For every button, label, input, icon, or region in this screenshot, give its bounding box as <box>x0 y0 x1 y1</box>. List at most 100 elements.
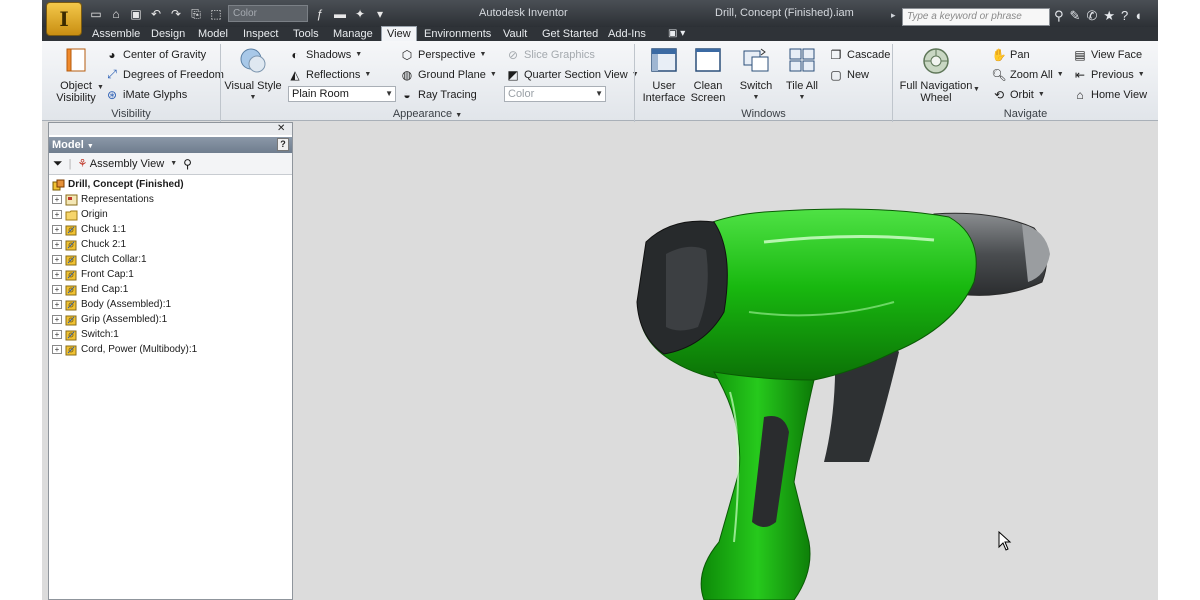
more-icon[interactable]: ◖ <box>1134 8 1142 24</box>
clean-screen-button[interactable]: Clean Screen <box>686 47 730 104</box>
tab-manage[interactable]: Manage <box>333 27 373 41</box>
tree-item[interactable]: + Origin <box>49 207 292 222</box>
tab-environments[interactable]: Environments <box>424 27 491 41</box>
perspective-label: Perspective <box>418 48 476 61</box>
tile-all-button[interactable]: Tile All ▼ <box>780 47 824 104</box>
search-input[interactable]: Type a keyword or phrase <box>902 8 1050 26</box>
expand-icon[interactable]: + <box>52 300 62 309</box>
expand-icon[interactable]: + <box>52 210 62 219</box>
return-icon[interactable]: ⎘ <box>188 6 204 22</box>
tab-model[interactable]: Model <box>198 27 228 41</box>
satellite-icon[interactable]: ✆ <box>1086 8 1097 24</box>
tab-design[interactable]: Design <box>151 27 185 41</box>
appearance-panel-label[interactable]: Appearance ▼ <box>221 107 634 121</box>
user-interface-icon <box>651 48 677 72</box>
material-icon[interactable]: ▬ <box>332 6 348 22</box>
update-icon[interactable]: ✦ <box>352 6 368 22</box>
tree-item[interactable]: + Front Cap:1 <box>49 267 292 282</box>
favorites-star-icon[interactable]: ★ <box>1103 8 1115 24</box>
color-override-combo[interactable]: Color <box>228 5 308 22</box>
tree-item[interactable]: + Body (Assembled):1 <box>49 297 292 312</box>
pan-button[interactable]: ✋ Pan <box>992 46 1030 63</box>
previous-view-button[interactable]: ⇤ Previous ▼ <box>1073 66 1145 83</box>
expand-icon[interactable]: + <box>52 330 62 339</box>
video-icon[interactable]: ▣ ▾ <box>668 27 685 41</box>
assembly-view-dropdown-icon[interactable]: ▼ <box>170 160 177 167</box>
lighting-style-combo[interactable]: Plain Room ▼ <box>288 86 396 102</box>
slice-graphics-button[interactable]: ⊘ Slice Graphics <box>506 46 595 63</box>
tab-assemble[interactable]: Assemble <box>92 27 140 41</box>
help-icon[interactable]: ? <box>1121 8 1128 24</box>
representations-icon <box>65 194 78 206</box>
customize-dropdown-icon[interactable]: ▾ <box>372 6 388 22</box>
binoculars-icon[interactable]: ⚲ <box>1054 8 1064 24</box>
tools-icon[interactable]: ✎ <box>1070 8 1081 24</box>
expand-icon[interactable]: + <box>52 315 62 324</box>
tree-item[interactable]: + Chuck 1:1 <box>49 222 292 237</box>
expand-icon[interactable]: + <box>52 240 62 249</box>
tree-item[interactable]: + Grip (Assembled):1 <box>49 312 292 327</box>
tree-item[interactable]: + Clutch Collar:1 <box>49 252 292 267</box>
save-icon[interactable]: ▣ <box>128 6 144 22</box>
redo-icon[interactable]: ↷ <box>168 6 184 22</box>
tab-vault[interactable]: Vault <box>503 27 527 41</box>
open-icon[interactable]: ⌂ <box>108 6 124 22</box>
ray-tracing-button[interactable]: ◒ Ray Tracing <box>400 86 476 103</box>
appearance-color-combo[interactable]: Color ▼ <box>504 86 606 102</box>
switch-window-button[interactable]: Switch ▼ <box>734 47 778 104</box>
browser-header[interactable]: Model ▼ ? <box>49 137 292 153</box>
degrees-of-freedom-button[interactable]: ⤢ Degrees of Freedom <box>105 66 224 83</box>
tree-item[interactable]: + Cord, Power (Multibody):1 <box>49 342 292 357</box>
tab-inspect[interactable]: Inspect <box>243 27 278 41</box>
parameters-icon[interactable]: ƒ <box>312 6 328 22</box>
quarter-section-view-button[interactable]: ◩ Quarter Section View ▼ <box>506 66 638 83</box>
search-expand-icon[interactable]: ▸ <box>891 10 896 21</box>
appearance-color-dropdown-icon: ▼ <box>595 89 603 98</box>
tab-view[interactable]: View <box>381 26 417 42</box>
tree-item[interactable]: + Representations <box>49 192 292 207</box>
home-view-button[interactable]: ⌂ Home View <box>1073 86 1147 103</box>
view-face-button[interactable]: ▤ View Face <box>1073 46 1142 63</box>
application-menu-button[interactable]: I <box>46 2 82 36</box>
perspective-button[interactable]: ⬡ Perspective ▼ <box>400 46 487 63</box>
zoom-all-button[interactable]: 🔍︎ Zoom All ▼ <box>991 66 1063 83</box>
tree-root[interactable]: Drill, Concept (Finished) <box>49 177 292 192</box>
tab-add-ins[interactable]: Add-Ins <box>608 27 646 41</box>
imate-glyphs-button[interactable]: ⊛ iMate Glyphs <box>105 86 187 103</box>
visual-style-button[interactable]: Visual Style ▼ <box>224 47 282 104</box>
tree-item[interactable]: + End Cap:1 <box>49 282 292 297</box>
tab-tools[interactable]: Tools <box>293 27 319 41</box>
expand-icon[interactable]: + <box>52 255 62 264</box>
expand-icon[interactable]: + <box>52 225 62 234</box>
new-window-button[interactable]: ▢ New <box>829 66 869 83</box>
ground-plane-button[interactable]: ◍ Ground Plane ▼ <box>400 66 497 83</box>
tab-get-started[interactable]: Get Started <box>542 27 598 41</box>
full-navigation-wheel-button[interactable]: Full Navigation Wheel <box>898 47 974 104</box>
expand-icon[interactable]: + <box>52 345 62 354</box>
graphics-viewport[interactable] <box>294 122 1158 600</box>
browser-close-icon[interactable]: ✕ <box>277 123 285 134</box>
select-icon[interactable]: ⬚ <box>208 6 224 22</box>
object-visibility-button[interactable]: Object Visibility <box>54 47 98 104</box>
object-visibility-dropdown-icon[interactable]: ▼ <box>97 84 104 91</box>
browser-help-icon[interactable]: ? <box>277 138 289 151</box>
browser-grip-bar[interactable] <box>49 123 292 135</box>
undo-icon[interactable]: ↶ <box>148 6 164 22</box>
expand-icon[interactable]: + <box>52 195 62 204</box>
expand-icon[interactable]: + <box>52 285 62 294</box>
drill-model[interactable] <box>294 122 1158 600</box>
tree-item[interactable]: + Chuck 2:1 <box>49 237 292 252</box>
shadows-button[interactable]: ◐ Shadows ▼ <box>288 46 362 63</box>
assembly-view-combo[interactable]: ⚘ Assembly View <box>77 157 164 170</box>
cascade-button[interactable]: ❐ Cascade <box>829 46 891 63</box>
find-binoculars-icon[interactable]: ⚲ <box>183 157 192 171</box>
navigation-wheel-dropdown-icon[interactable]: ▼ <box>973 86 980 93</box>
tree-item[interactable]: + Switch:1 <box>49 327 292 342</box>
expand-icon[interactable]: + <box>52 270 62 279</box>
user-interface-button[interactable]: User Interface <box>642 47 686 104</box>
filter-icon[interactable]: ⏷ <box>53 156 63 171</box>
orbit-button[interactable]: ⟲ Orbit ▼ <box>992 86 1045 103</box>
new-icon[interactable]: ▭ <box>88 6 104 22</box>
center-of-gravity-button[interactable]: ◕ Center of Gravity <box>105 46 206 63</box>
reflections-button[interactable]: ◭ Reflections ▼ <box>288 66 371 83</box>
